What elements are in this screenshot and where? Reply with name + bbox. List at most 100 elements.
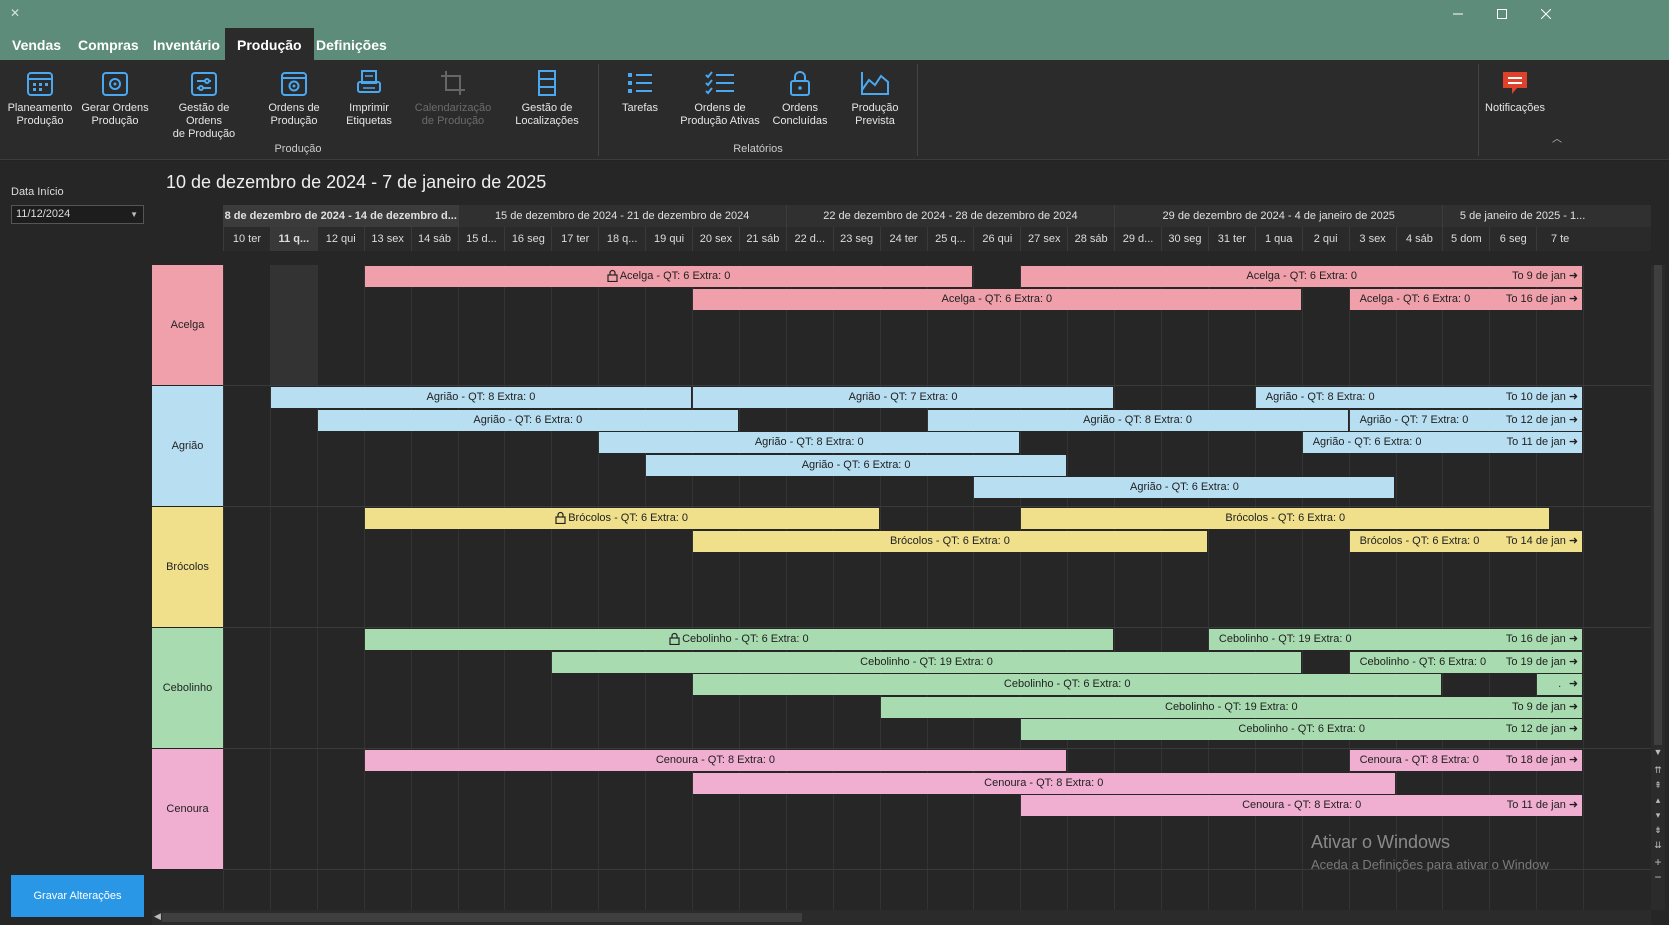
gear-calendar-icon <box>281 72 307 96</box>
menu-tab-producao[interactable]: Produção <box>225 28 314 60</box>
production-order-bar[interactable]: Acelga - QT: 6 Extra: 0 To 16 de jan ➜ <box>1349 288 1583 310</box>
app-icon: ✕ <box>10 6 21 20</box>
continues-label: To 14 de jan ➜ <box>1505 534 1579 547</box>
menu-tab-inventario[interactable]: Inventário <box>141 28 232 60</box>
ribbon-label: Produção Prevista <box>851 102 899 127</box>
continues-label: To 10 de jan ➜ <box>1505 391 1579 403</box>
day-header: 20 sex <box>692 227 739 251</box>
order-label: Cenoura - QT: 8 Extra: 0 <box>655 754 776 766</box>
tarefas-button[interactable]: Tarefas <box>597 68 683 140</box>
calendarizacao-producao-button: Calendarização de Produção <box>410 68 496 140</box>
menu-tab-vendas[interactable]: Vendas <box>0 28 73 60</box>
resource-label: Agrião <box>152 386 223 507</box>
production-order-bar[interactable]: Agrião - QT: 6 Extra: 0 <box>974 477 1395 499</box>
order-label: Acelga - QT: 6 Extra: 0 <box>941 292 1053 305</box>
production-order-bar[interactable]: Cenoura - QT: 8 Extra: 0 To 11 de jan ➜ <box>1021 795 1583 817</box>
ordens-producao-button[interactable]: Ordens de Produção <box>251 68 337 140</box>
production-order-bar[interactable]: Acelga - QT: 6 Extra: 0 <box>364 266 973 287</box>
close-icon[interactable] <box>1524 3 1568 25</box>
planeamento-producao-button[interactable]: Planeamento Produção <box>0 68 83 140</box>
day-header: 7 te <box>1536 227 1583 251</box>
week-header: 5 de janeiro de 2025 - 1... <box>1442 205 1601 227</box>
gerar-ordens-producao-button[interactable]: Gerar Ordens Produção <box>72 68 158 140</box>
order-label: Agrião - QT: 7 Extra: 0 <box>1359 413 1469 426</box>
shelf-icon <box>538 70 556 96</box>
production-order-bar[interactable]: Cebolinho - QT: 6 Extra: 0 <box>364 629 1114 650</box>
production-order-bar[interactable]: Agrião - QT: 8 Extra: 0 To 10 de jan ➜ <box>1255 387 1583 408</box>
gestao-ordens-producao-button[interactable]: Gestão de Ordens de Produção <box>161 68 247 140</box>
production-order-bar[interactable]: Cenoura - QT: 8 Extra: 0 <box>693 772 1395 794</box>
production-order-bar[interactable]: Cebolinho - QT: 6 Extra: 0 To 12 de jan ➜ <box>1021 719 1583 741</box>
scroll-down-small-icon[interactable]: ▾ <box>1651 810 1665 821</box>
production-order-bar[interactable]: Brócolos - QT: 6 Extra: 0 <box>1021 508 1550 529</box>
imprimir-etiquetas-button[interactable]: Imprimir Etiquetas <box>326 68 412 140</box>
production-order-bar[interactable]: Agrião - QT: 8 Extra: 0 <box>270 387 691 408</box>
ribbon-separator <box>1478 64 1479 156</box>
production-order-bar[interactable]: Acelga - QT: 6 Extra: 0 <box>693 288 1301 310</box>
production-order-bar[interactable]: Cenoura - QT: 8 Extra: 0 To 18 de jan ➜ <box>1349 750 1583 771</box>
ribbon-label: Gestão de Localizações <box>515 102 579 127</box>
chevron-down-icon[interactable]: ▼ <box>130 206 138 223</box>
production-order-bar[interactable]: Brócolos - QT: 6 Extra: 0 <box>693 530 1207 552</box>
menu-tab-definicoes[interactable]: Definições <box>304 28 399 60</box>
day-header: 22 d... <box>785 227 833 251</box>
production-order-bar[interactable]: Brócolos - QT: 6 Extra: 0 <box>364 508 879 529</box>
scheduler-grid[interactable]: Acelga Agrião Brócolos Cebolinho Cenoura Acel… <box>152 265 1651 910</box>
production-order-bar[interactable]: Cebolinho - QT: 19 Extra: 0 <box>552 651 1301 673</box>
scroll-down-icon[interactable]: ▼ <box>1651 747 1665 757</box>
collapse-ribbon-icon[interactable]: ︿ <box>1552 130 1562 145</box>
gestao-localizacoes-button[interactable]: Gestão de Localizações <box>504 68 590 140</box>
production-order-bar[interactable]: Agrião - QT: 6 Extra: 0 To 11 de jan ➜ <box>1302 432 1583 454</box>
production-order-bar[interactable]: Agrião - QT: 8 Extra: 0 <box>927 409 1348 431</box>
scroll-top-icon[interactable]: ⇈ <box>1651 765 1665 776</box>
order-label: Cenoura - QT: 8 Extra: 0 <box>1242 799 1362 812</box>
production-order-bar[interactable]: Agrião - QT: 7 Extra: 0 To 12 de jan ➜ <box>1349 409 1583 431</box>
scroll-left-icon[interactable]: ◀ <box>154 911 161 922</box>
minimize-icon[interactable] <box>1436 3 1480 25</box>
menu-tab-compras[interactable]: Compras <box>66 28 151 60</box>
lock-icon <box>669 632 680 645</box>
scroll-bottom-icon[interactable]: ⇊ <box>1651 840 1665 851</box>
day-header: 15 d... <box>457 227 505 251</box>
order-label: Cebolinho - QT: 6 Extra: 0 <box>1359 655 1487 668</box>
scroll-thumb[interactable] <box>162 913 802 922</box>
production-order-bar[interactable]: Agrião - QT: 7 Extra: 0 <box>693 387 1114 408</box>
activation-watermark-subtitle: Aceda a Definições para ativar o Window <box>1311 857 1549 872</box>
production-order-bar[interactable]: Agrião - QT: 6 Extra: 0 <box>317 409 738 431</box>
maximize-icon[interactable] <box>1480 3 1524 25</box>
list-icon <box>628 73 652 93</box>
order-label: Cenoura - QT: 8 Extra: 0 <box>984 776 1104 789</box>
resource-label: Cenoura <box>152 749 223 870</box>
producao-prevista-button[interactable]: Produção Prevista <box>832 68 918 140</box>
zoom-out-icon[interactable]: − <box>1651 870 1665 884</box>
scroll-up-icon[interactable]: ▴ <box>1651 795 1665 806</box>
ordens-concluidas-button[interactable]: Ordens Concluídas <box>757 68 843 140</box>
production-order-bar[interactable]: Cenoura - QT: 8 Extra: 0 <box>364 750 1067 771</box>
day-header: 1 qua <box>1254 227 1302 251</box>
ribbon-separator <box>917 64 918 156</box>
sidebar: Data Início 11/12/2024 ▼ Gravar Alteraçõ… <box>0 161 152 925</box>
notificacoes-button[interactable]: Notificações <box>1472 68 1558 140</box>
resource-label: Cebolinho <box>152 628 223 749</box>
scroll-thumb[interactable] <box>1654 265 1662 745</box>
production-order-bar[interactable]: Brócolos - QT: 6 Extra: 0 To 14 de jan ➜ <box>1349 530 1583 552</box>
production-order-bar[interactable]: Acelga - QT: 6 Extra: 0 To 9 de jan ➜ <box>1021 266 1583 287</box>
production-order-bar[interactable]: Cebolinho - QT: 6 Extra: 0 To 19 de jan ➜ <box>1349 651 1583 673</box>
horizontal-scrollbar[interactable]: ◀ <box>152 910 1651 925</box>
scroll-page-up-icon[interactable]: ⇞ <box>1651 780 1665 791</box>
production-order-bar[interactable]: Agrião - QT: 6 Extra: 0 <box>646 454 1067 476</box>
ordens-producao-ativas-button[interactable]: Ordens de Produção Ativas <box>677 68 763 140</box>
production-order-bar[interactable]: Agrião - QT: 8 Extra: 0 <box>599 432 1020 454</box>
order-label: Agrião - QT: 6 Extra: 0 <box>473 413 583 426</box>
day-header: 6 seg <box>1489 227 1536 251</box>
zoom-in-icon[interactable]: + <box>1651 855 1665 869</box>
vertical-scrollbar[interactable]: ▼ ⇈ ⇞ ▴ ▾ ⇟ ⇊ + − <box>1651 265 1665 910</box>
scroll-page-down-icon[interactable]: ⇟ <box>1651 825 1665 836</box>
start-date-picker[interactable]: 11/12/2024 ▼ <box>11 205 144 224</box>
production-order-bar[interactable]: Cebolinho - QT: 6 Extra: 0 <box>693 674 1442 696</box>
save-changes-button[interactable]: Gravar Alterações <box>11 875 144 917</box>
production-order-bar[interactable]: Cebolinho - QT: 19 Extra: 0 To 9 de jan ➜ <box>880 696 1583 718</box>
day-header: 16 seg <box>504 227 551 251</box>
production-order-bar[interactable]: . ➜ <box>1537 674 1583 696</box>
production-order-bar[interactable]: Cebolinho - QT: 19 Extra: 0 To 16 de jan … <box>1208 629 1583 650</box>
